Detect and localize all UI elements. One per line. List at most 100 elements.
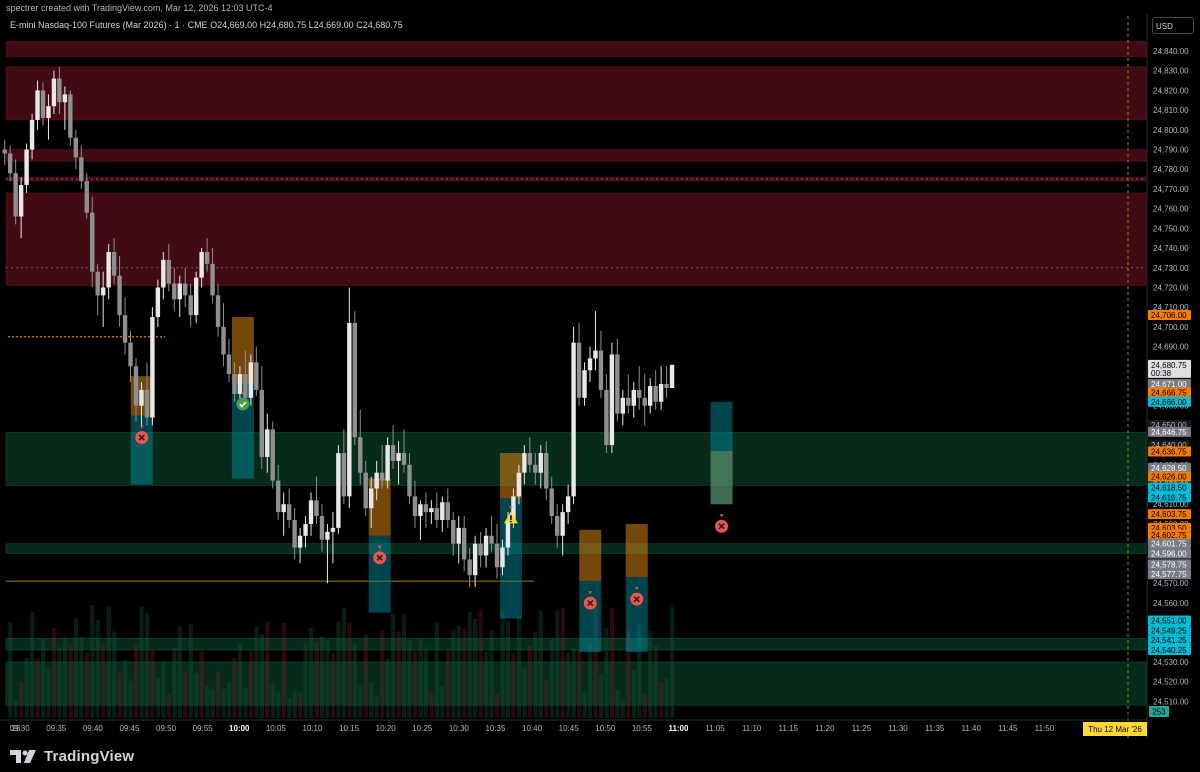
volume-bar xyxy=(642,693,647,718)
volume-bar xyxy=(51,627,57,718)
volume-bar xyxy=(13,699,18,718)
volume-bar xyxy=(336,621,341,718)
volume-bar xyxy=(35,658,40,718)
date-label: Thu 12 Mar '26 xyxy=(1088,725,1142,734)
candle-up xyxy=(418,504,423,517)
volume-bar xyxy=(79,636,84,718)
volume-bar xyxy=(495,693,500,718)
candle-up xyxy=(18,185,24,217)
time-tick-label: 09:40 xyxy=(83,724,104,733)
volume-bar xyxy=(560,607,565,718)
volume-bar xyxy=(391,613,396,718)
time-tick-label: 10:45 xyxy=(559,724,580,733)
candle-down xyxy=(544,453,549,489)
demand-zone xyxy=(5,543,1147,554)
volume-bar xyxy=(423,647,429,718)
volume-bar xyxy=(604,627,609,718)
candle-up xyxy=(500,547,505,568)
volume-bar xyxy=(653,646,658,718)
volume-bar xyxy=(314,641,319,718)
currency-button[interactable]: USD xyxy=(1152,17,1194,34)
price-label: 24,628.50 xyxy=(1151,464,1187,473)
volume-bar xyxy=(199,651,204,718)
volume-bar xyxy=(549,639,554,718)
candle-down xyxy=(172,283,177,300)
volume-bar xyxy=(577,649,582,718)
volume-bar xyxy=(287,698,292,718)
volume-bar xyxy=(588,643,593,718)
candle-up xyxy=(516,472,522,497)
volume-bar xyxy=(445,649,450,718)
volume-bar xyxy=(451,629,456,718)
candle-up xyxy=(522,453,527,473)
volume-bar xyxy=(133,645,139,718)
time-tick-label: 10:05 xyxy=(266,724,287,733)
price-tick-label: 24,520.00 xyxy=(1153,678,1189,687)
volume-bar xyxy=(440,686,445,718)
price-tick-label: 24,840.00 xyxy=(1153,47,1189,56)
candle-down xyxy=(664,384,669,388)
price-tick-label: 24,560.00 xyxy=(1153,599,1189,608)
candle-up xyxy=(199,252,204,278)
price-chart[interactable]: 24,510.0024,520.0024,530.0024,540.0024,5… xyxy=(0,0,1200,772)
volume-bar xyxy=(68,644,73,718)
volume-bar xyxy=(101,644,106,718)
time-tick-label: 10:40 xyxy=(522,724,543,733)
volume-bar xyxy=(172,648,177,718)
candle-down xyxy=(210,263,215,296)
candle-up xyxy=(24,149,29,185)
price-tick-label: 24,690.00 xyxy=(1153,343,1189,352)
price-tick-label: 24,830.00 xyxy=(1153,67,1189,76)
candle-down xyxy=(7,153,13,174)
candle-down xyxy=(232,374,237,394)
volume-bar xyxy=(418,639,423,718)
candle-up xyxy=(456,527,461,544)
candle-up xyxy=(631,389,636,406)
candle-down xyxy=(40,90,46,118)
volume-bar xyxy=(90,605,95,718)
candle-up xyxy=(609,354,615,446)
symbol-title[interactable]: E-mini Nasdaq-100 Futures (Mar 2026) · 1… xyxy=(10,20,403,30)
candle-up xyxy=(620,397,626,414)
price-label: 24,666.75 xyxy=(1151,388,1187,397)
stop-box xyxy=(579,529,602,582)
candle-down xyxy=(478,543,483,556)
candle-up xyxy=(538,453,543,473)
volume-bar xyxy=(462,628,467,718)
candle-up xyxy=(336,453,341,528)
price-label: 24,549.25 xyxy=(1151,626,1187,635)
volume-bar xyxy=(484,651,489,718)
candle-up xyxy=(582,370,587,398)
volume-bar xyxy=(396,631,401,718)
volume-bar xyxy=(467,611,472,718)
volume-bar xyxy=(385,659,390,718)
candle-up xyxy=(106,252,111,288)
candle-down xyxy=(352,322,357,438)
volume-bar xyxy=(648,630,653,718)
volume-bar xyxy=(183,670,188,718)
candle-down xyxy=(95,271,100,296)
candles-layer xyxy=(2,66,675,587)
candle-up xyxy=(669,364,675,388)
volume-bar xyxy=(265,621,270,718)
candle-down xyxy=(653,386,658,402)
candle-down xyxy=(117,275,122,316)
candle-down xyxy=(133,366,139,406)
attribution-text: spectrer created with TradingView.com, M… xyxy=(6,3,273,13)
candle-down xyxy=(407,464,412,497)
price-tick-label: 24,810.00 xyxy=(1153,106,1189,115)
volume-bar xyxy=(205,686,210,718)
volume-bar xyxy=(144,612,150,718)
candle-up xyxy=(330,527,336,532)
volume-bar xyxy=(188,624,193,718)
candle-down xyxy=(445,502,450,520)
price-tick-label: 24,800.00 xyxy=(1153,126,1189,135)
volume-bar xyxy=(352,643,357,718)
candle-up xyxy=(161,259,166,288)
supply-zone xyxy=(5,149,1147,162)
time-tick-label: 09:45 xyxy=(119,724,140,733)
brand-logo[interactable]: TradingView xyxy=(10,745,134,767)
candle-down xyxy=(626,397,631,406)
candle-down xyxy=(128,342,133,367)
candle-up xyxy=(560,512,565,536)
